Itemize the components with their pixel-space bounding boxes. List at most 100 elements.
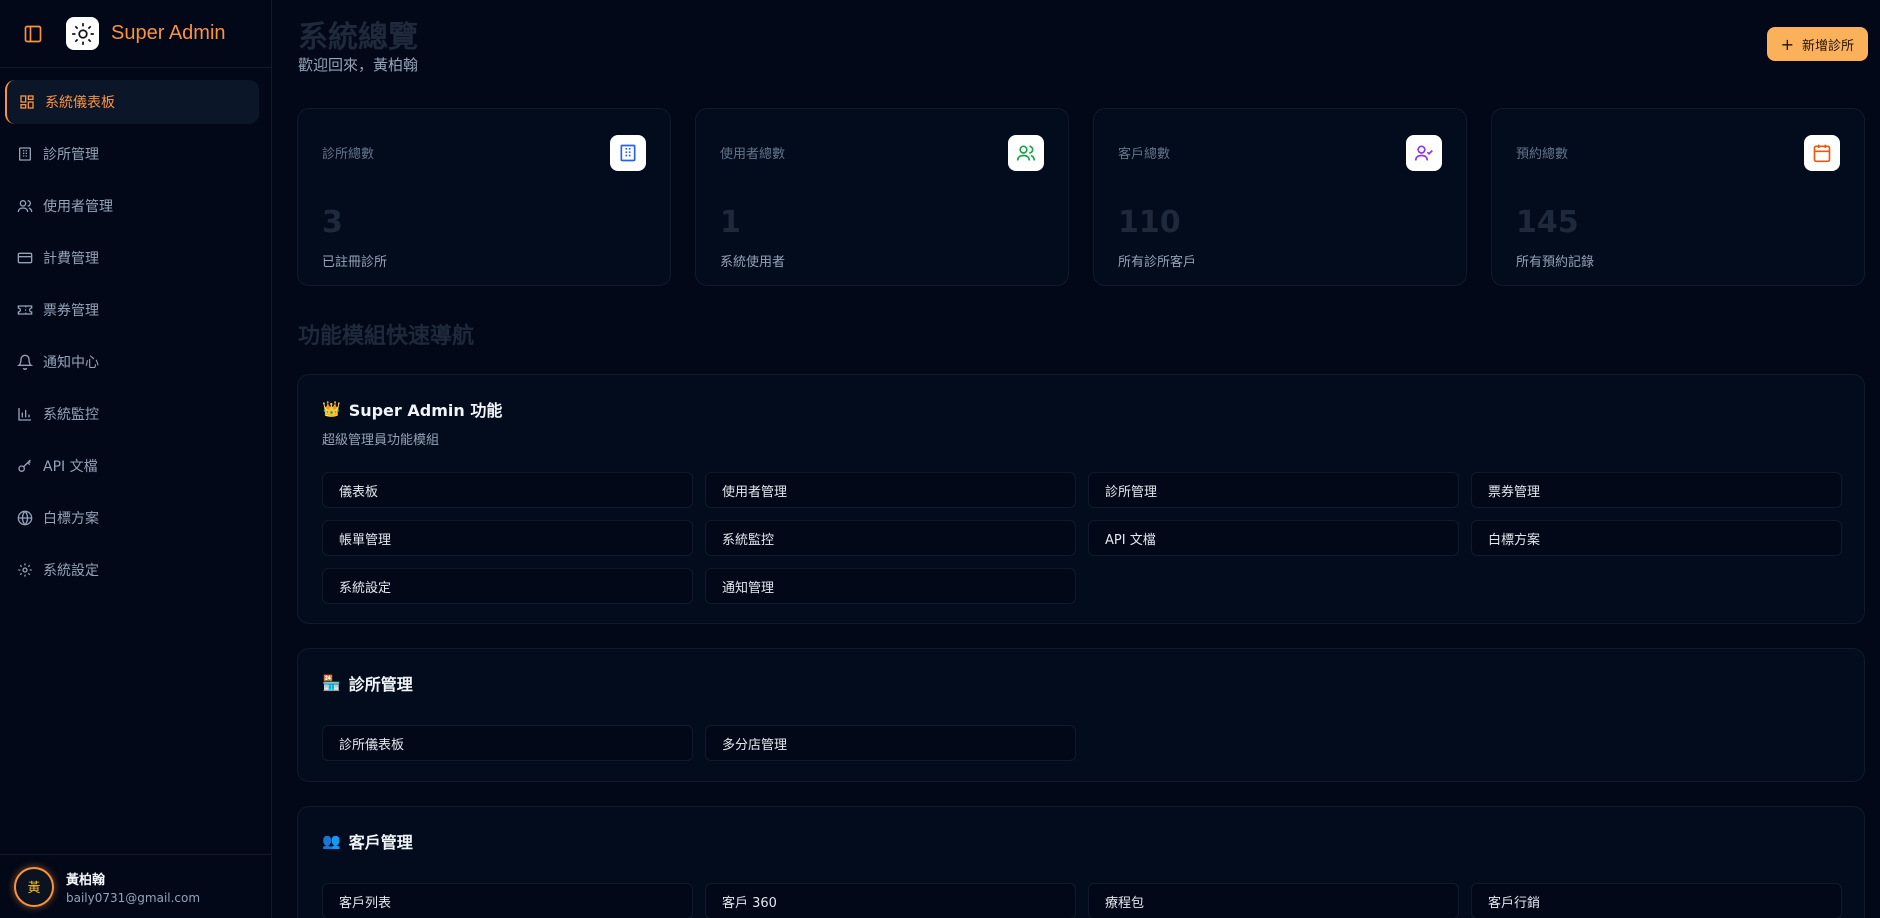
module-header: 👥 客戶管理	[322, 829, 1840, 853]
sidebar-item-tickets[interactable]: 票券管理	[5, 288, 259, 332]
stat-value: 145	[1516, 205, 1579, 240]
sidebar-item-label: 系統儀表板	[45, 95, 115, 111]
gear-icon	[15, 560, 35, 580]
module-link[interactable]: 使用者管理	[705, 472, 1076, 508]
stat-card-clinics: 診所總數 3 已註冊診所	[297, 108, 671, 286]
sidebar-item-dashboard[interactable]: 系統儀表板	[5, 80, 259, 124]
calendar-icon	[1804, 135, 1840, 171]
avatar: 黃	[14, 866, 54, 907]
stat-desc: 所有預約記錄	[1516, 255, 1595, 270]
sidebar-nav: 系統儀表板 診所管理 使用者管理 計費管理 票券管理 通知中心 系統監控 API…	[0, 68, 271, 592]
module-title: Super Admin 功能	[348, 401, 503, 420]
users-icon	[1008, 135, 1044, 171]
sidebar: Super Admin 系統儀表板 診所管理 使用者管理 計費管理 票券管理 通…	[0, 0, 272, 918]
user-email: baily0731@gmail.com	[66, 890, 201, 905]
sidebar-item-label: 系統監控	[43, 407, 99, 423]
sidebar-item-label: 通知中心	[43, 355, 99, 371]
stat-value: 3	[322, 205, 343, 240]
module-link[interactable]: 票券管理	[1471, 472, 1842, 508]
people-icon: 👥	[322, 832, 341, 850]
module-link[interactable]: 診所儀表板	[322, 725, 693, 761]
sidebar-item-label: 計費管理	[43, 251, 99, 267]
stat-desc: 所有診所客戶	[1118, 255, 1197, 270]
module-link[interactable]: 通知管理	[705, 568, 1076, 604]
sidebar-header: Super Admin	[0, 0, 271, 68]
module-link[interactable]: 診所管理	[1088, 472, 1459, 508]
module-link[interactable]: 療程包	[1088, 883, 1459, 918]
app-title: Super Admin	[111, 22, 226, 44]
module-customer-management: 👥 客戶管理 客戶列表 客戶 360 療程包 客戶行銷	[297, 806, 1865, 918]
store-icon: 🏪	[322, 674, 341, 692]
section-title: 功能模組快速導航	[298, 324, 475, 349]
module-link[interactable]: 白標方案	[1471, 520, 1842, 556]
module-link[interactable]: API 文檔	[1088, 520, 1459, 556]
module-link[interactable]: 客戶 360	[705, 883, 1076, 918]
user-check-icon	[1406, 135, 1442, 171]
bar-chart-icon	[15, 404, 35, 424]
module-link[interactable]: 多分店管理	[705, 725, 1076, 761]
add-clinic-label: 新增診所	[1801, 38, 1854, 54]
user-profile[interactable]: 黃 黃柏翰 baily0731@gmail.com	[0, 854, 272, 918]
module-title: 診所管理	[348, 675, 413, 694]
bell-icon	[15, 352, 35, 372]
stat-value: 1	[720, 205, 741, 240]
sidebar-item-users[interactable]: 使用者管理	[5, 184, 259, 228]
module-clinic-management: 🏪 診所管理 診所儀表板 多分店管理	[297, 648, 1865, 782]
stat-desc: 已註冊診所	[322, 255, 388, 270]
stat-desc: 系統使用者	[720, 255, 786, 270]
module-header: 👑 Super Admin 功能	[322, 397, 1840, 421]
sidebar-item-label: 使用者管理	[43, 199, 113, 215]
credit-card-icon	[15, 248, 35, 268]
module-links: 客戶列表 客戶 360 療程包 客戶行銷	[322, 883, 1842, 918]
stat-label: 預約總數	[1516, 147, 1569, 162]
module-links: 儀表板 使用者管理 診所管理 票券管理 帳單管理 系統監控 API 文檔 白標方…	[322, 472, 1842, 604]
sidebar-item-settings[interactable]: 系統設定	[5, 548, 259, 592]
stat-card-appointments: 預約總數 145 所有預約記錄	[1491, 108, 1865, 286]
sidebar-item-notifications[interactable]: 通知中心	[5, 340, 259, 384]
page-subtitle: 歡迎回來，黃柏翰	[298, 56, 419, 74]
sidebar-item-label: 白標方案	[43, 511, 99, 527]
module-link[interactable]: 帳單管理	[322, 520, 693, 556]
module-link[interactable]: 系統監控	[705, 520, 1076, 556]
stat-label: 客戶總數	[1118, 147, 1171, 162]
sidebar-item-label: API 文檔	[43, 459, 98, 475]
stat-card-customers: 客戶總數 110 所有診所客戶	[1093, 108, 1467, 286]
module-link[interactable]: 系統設定	[322, 568, 693, 604]
sidebar-item-api-docs[interactable]: API 文檔	[5, 444, 259, 488]
crown-icon: 👑	[322, 400, 341, 418]
stat-label: 使用者總數	[720, 147, 786, 162]
stats-row: 診所總數 3 已註冊診所 使用者總數 1 系統使用者 客戶總數 110 所有診所…	[297, 108, 1865, 286]
building-icon	[610, 135, 646, 171]
main-content: 系統總覽 歡迎回來，黃柏翰 + 新增診所 診所總數 3 已註冊診所 使用者總數 …	[273, 0, 1880, 918]
grid-icon	[17, 92, 37, 112]
stat-card-users: 使用者總數 1 系統使用者	[695, 108, 1069, 286]
page-title: 系統總覽	[298, 20, 418, 55]
sidebar-toggle-icon[interactable]	[20, 21, 46, 47]
user-name: 黃柏翰	[66, 872, 106, 888]
ticket-icon	[15, 300, 35, 320]
module-link[interactable]: 儀表板	[322, 472, 693, 508]
stat-label: 診所總數	[322, 147, 375, 162]
module-links: 診所儀表板 多分店管理	[322, 725, 1840, 761]
module-link[interactable]: 客戶列表	[322, 883, 693, 918]
sidebar-item-white-label[interactable]: 白標方案	[5, 496, 259, 540]
plus-icon: +	[1780, 34, 1794, 54]
sidebar-item-billing[interactable]: 計費管理	[5, 236, 259, 280]
users-icon	[15, 196, 35, 216]
sidebar-item-label: 診所管理	[43, 147, 99, 163]
module-super-admin: 👑 Super Admin 功能 超級管理員功能模組 儀表板 使用者管理 診所管…	[297, 374, 1865, 624]
module-title: 客戶管理	[348, 833, 413, 852]
sidebar-item-label: 系統設定	[43, 563, 99, 579]
logo-icon	[66, 17, 99, 50]
sidebar-item-monitoring[interactable]: 系統監控	[5, 392, 259, 436]
module-subtitle: 超級管理員功能模組	[322, 433, 440, 448]
add-clinic-button[interactable]: + 新增診所	[1766, 27, 1868, 61]
key-icon	[15, 456, 35, 476]
module-link[interactable]: 客戶行銷	[1471, 883, 1842, 918]
globe-icon	[15, 508, 35, 528]
sidebar-item-clinics[interactable]: 診所管理	[5, 132, 259, 176]
building-icon	[15, 144, 35, 164]
module-header: 🏪 診所管理	[322, 671, 1840, 695]
stat-value: 110	[1118, 205, 1181, 240]
sidebar-item-label: 票券管理	[43, 303, 99, 319]
